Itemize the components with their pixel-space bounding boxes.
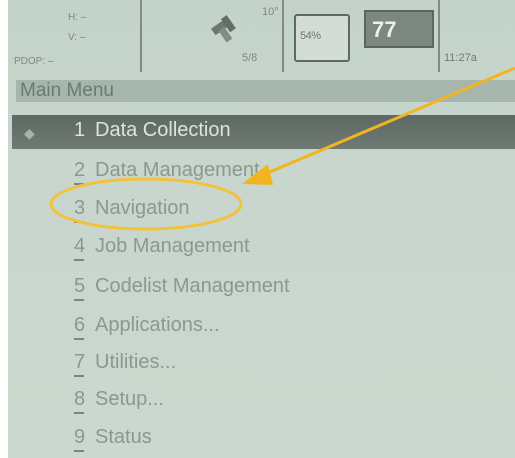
satellite-panel[interactable]: 10° 5/8 <box>142 0 284 72</box>
menu-item-number: 9 <box>74 426 86 448</box>
number-underline <box>74 412 84 414</box>
number-underline <box>74 221 84 223</box>
pointer-icon: ◆ <box>24 125 35 141</box>
number-underline <box>74 450 84 452</box>
satellite-count: 5/8 <box>242 52 258 64</box>
menu-item-data-collection[interactable]: ◆ 1 Data Collection <box>12 115 515 149</box>
menu-item-number: 1 <box>74 119 86 141</box>
menu-item-label: Utilities... <box>95 351 177 373</box>
position-quality-panel[interactable]: H: – V: – PDOP: – <box>8 0 142 72</box>
menu-item-number: 6 <box>74 314 86 336</box>
menu-item-label: Data Management <box>95 159 260 181</box>
vertical-error: V: – <box>68 32 86 43</box>
memory-indicator: 77 <box>364 10 434 48</box>
menu-item-label: Applications... <box>95 314 220 336</box>
menu-item-setup[interactable]: 8 Setup... <box>12 384 515 418</box>
clock-panel: 11:27a <box>440 0 515 72</box>
number-underline <box>74 375 84 377</box>
menu-item-number: 5 <box>74 275 86 297</box>
menu-item-label: Data Collection <box>95 119 231 141</box>
battery-icon: 54% <box>294 14 350 62</box>
menu-item-label: Codelist Management <box>95 275 290 297</box>
menu-item-applications[interactable]: 6 Applications... <box>12 310 515 344</box>
menu-item-label: Navigation <box>95 197 190 219</box>
number-underline <box>74 338 84 340</box>
device-frame <box>0 0 8 458</box>
menu-item-data-management[interactable]: 2 Data Management <box>12 155 515 189</box>
pdop-value: PDOP: – <box>14 56 54 67</box>
menu-item-status[interactable]: 9 Status <box>12 422 515 456</box>
satellite-icon <box>210 15 236 43</box>
menu-item-number: 4 <box>74 235 86 257</box>
page-title: Main Menu <box>20 80 114 101</box>
menu-item-label: Setup... <box>95 388 164 410</box>
memory-panel[interactable]: 77 <box>358 0 440 72</box>
menu-item-codelist-management[interactable]: 5 Codelist Management <box>12 271 515 305</box>
menu-item-number: 2 <box>74 159 86 181</box>
menu-item-number: 7 <box>74 351 86 373</box>
number-underline <box>74 183 84 185</box>
battery-panel[interactable]: 54% <box>284 0 356 72</box>
menu-item-number: 3 <box>74 197 86 219</box>
number-underline <box>74 259 84 261</box>
menu-item-number: 8 <box>74 388 86 410</box>
menu-item-label: Status <box>95 426 152 448</box>
menu-title-bar: Main Menu <box>16 80 515 102</box>
clock-time: 11:27a <box>444 52 477 64</box>
menu-item-label: Job Management <box>95 235 250 257</box>
battery-level: 54% <box>300 30 321 42</box>
horizontal-error: H: – <box>68 12 87 23</box>
menu-item-job-management[interactable]: 4 Job Management <box>12 231 515 265</box>
menu-item-utilities[interactable]: 7 Utilities... <box>12 347 515 381</box>
memory-value: 77 <box>372 17 397 42</box>
menu-item-navigation[interactable]: 3 Navigation <box>12 193 515 227</box>
elevation-mask: 10° <box>262 6 279 18</box>
status-bar: H: – V: – PDOP: – 10° 5/8 54% 77 11:27a <box>8 0 515 72</box>
device-screen: H: – V: – PDOP: – 10° 5/8 54% 77 11:27a <box>8 0 515 458</box>
number-underline <box>74 299 84 301</box>
